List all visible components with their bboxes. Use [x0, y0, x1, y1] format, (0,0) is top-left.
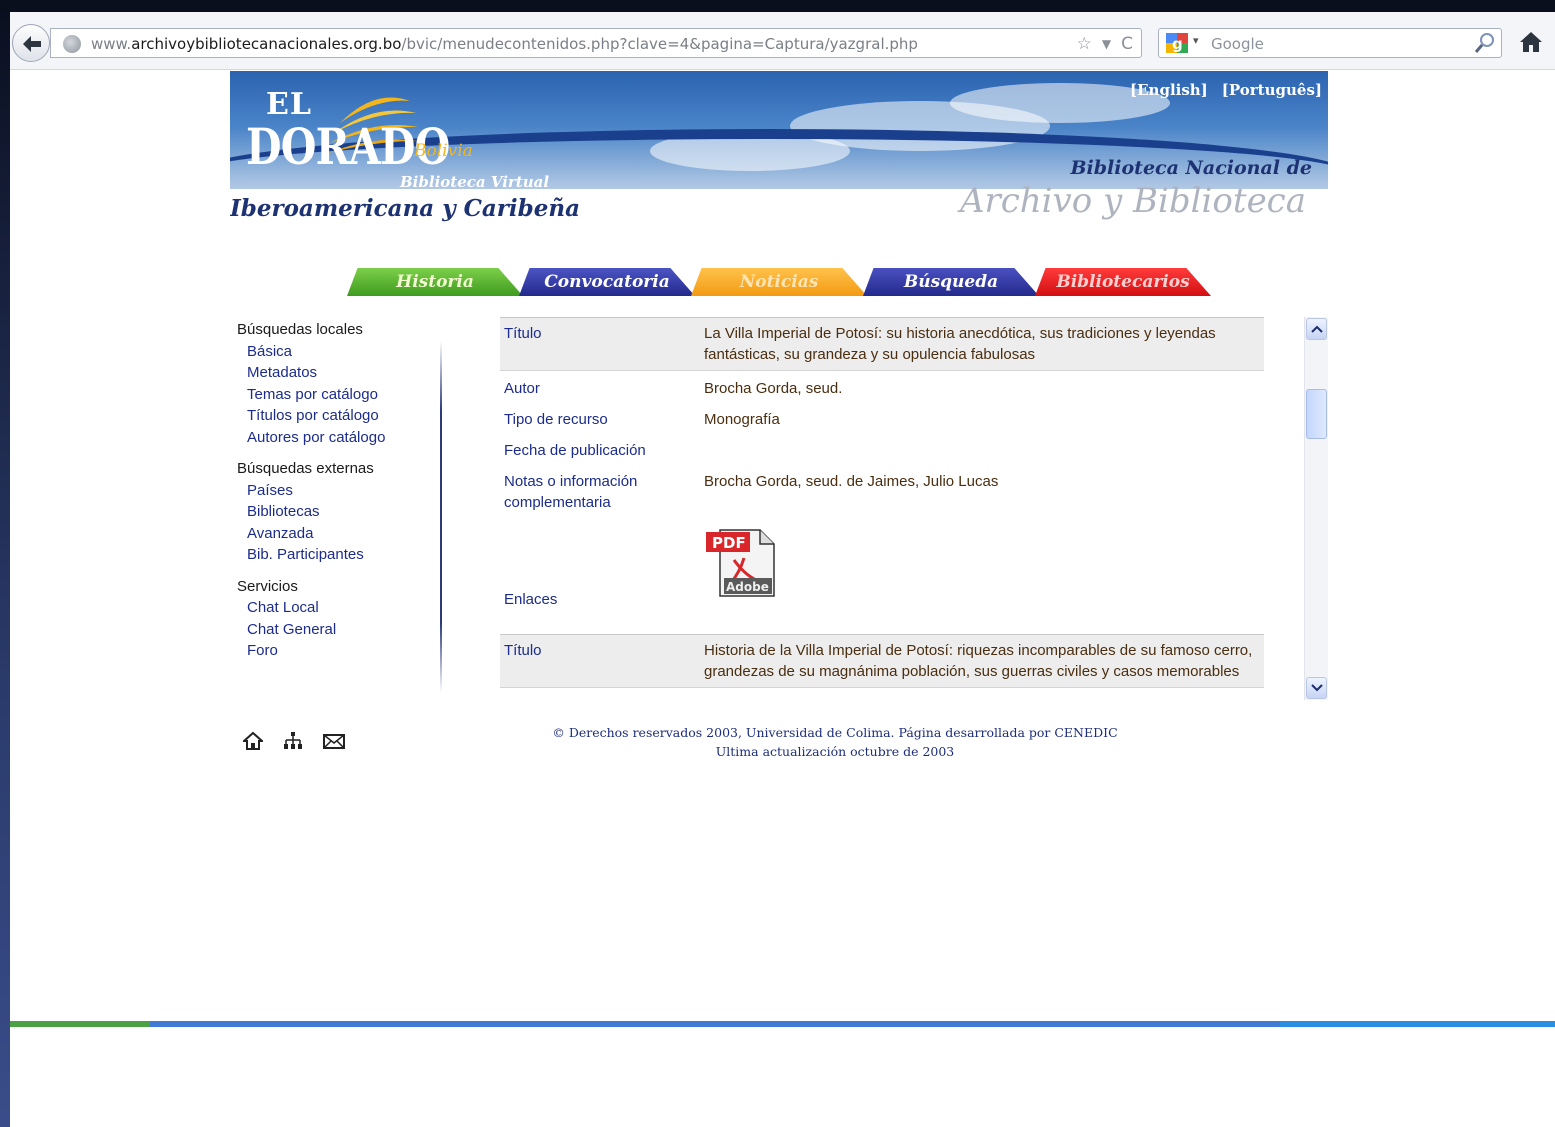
site-identity-icon[interactable] [63, 35, 81, 53]
left-navigation: Búsquedas locales Básica Metadatos Temas… [237, 319, 447, 672]
author-value: Brocha Gorda, seud. [704, 380, 843, 397]
scroll-down-button[interactable] [1306, 677, 1327, 699]
record-row-tipo: Tipo de recurso Monografía [500, 406, 1264, 433]
record-row-titulo: Título La Villa Imperial de Potosí: su h… [500, 317, 1264, 371]
back-button[interactable] [12, 24, 50, 62]
record-row-fecha: Fecha de publicación [500, 437, 1264, 464]
results-scrollbar[interactable] [1304, 317, 1328, 700]
field-label: Notas o información complementaria [504, 473, 638, 511]
navigation-toolbar: www.archivoybibliotecanacionales.org.bo/… [10, 12, 1555, 70]
desktop-edge [0, 12, 10, 1127]
utility-icons [243, 731, 345, 751]
site-banner: EL DORADO Bolivia Biblioteca Virtual Ibe… [230, 71, 1328, 231]
page-load-progress [10, 1021, 1555, 1027]
chevron-up-icon [1310, 325, 1323, 333]
record: Título La Villa Imperial de Potosí: su h… [500, 317, 1264, 688]
logo-biblioteca-virtual: Biblioteca Virtual [400, 173, 550, 191]
notes-value: Brocha Gorda, seud. de Jaimes, Julio Luc… [704, 473, 999, 490]
record-row-titulo: Título Historia de la Villa Imperial de … [500, 634, 1264, 688]
pdf-label: PDF [712, 534, 746, 552]
tab-convocatoria[interactable]: Convocatoria [519, 268, 695, 296]
svg-text:g: g [1172, 35, 1183, 53]
nav-link-paises[interactable]: Países [237, 480, 447, 502]
url-path: /bvic/menudecontenidos.php?clave=4&pagin… [401, 35, 918, 53]
portugues-link[interactable]: [Português] [1222, 81, 1322, 99]
nav-link-metadatos[interactable]: Metadatos [237, 362, 447, 384]
scroll-up-button[interactable] [1306, 318, 1327, 340]
nav-group-busquedas-externas: Búsquedas externas Países Bibliotecas Av… [237, 458, 447, 566]
browser-window: www.archivoybibliotecanacionales.org.bo/… [10, 12, 1555, 1127]
url-prefix: www. [91, 35, 132, 53]
sitemap-icon[interactable] [283, 731, 303, 751]
google-logo-icon[interactable]: g [1165, 32, 1189, 54]
back-arrow-icon [23, 36, 41, 52]
field-label: Enlaces [504, 591, 558, 608]
home-icon[interactable] [243, 731, 263, 751]
logo-iberoamericana: Iberoamericana y Caribeña [230, 195, 580, 222]
nav-group-servicios: Servicios Chat Local Chat General Foro [237, 576, 447, 662]
search-icon[interactable] [1473, 31, 1497, 55]
date-value [704, 440, 1260, 461]
url-domain: archivoybibliotecanacionales.org.bo [131, 35, 402, 53]
chevron-down-icon [1310, 684, 1323, 692]
url-text[interactable]: www.archivoybibliotecanacionales.org.bo/… [91, 35, 918, 53]
nav-link-temas[interactable]: Temas por catálogo [237, 384, 447, 406]
copyright-text: © Derechos reservados 2003, Universidad … [552, 725, 1118, 740]
scroll-thumb[interactable] [1306, 389, 1327, 439]
adobe-label: Adobe [726, 580, 769, 594]
search-placeholder: Google [1211, 35, 1264, 53]
nav-link-bibliotecas[interactable]: Bibliotecas [237, 501, 447, 523]
record-row-enlaces: Enlaces PDF Adobe [500, 516, 1264, 634]
search-bar[interactable]: g ▾ Google [1158, 28, 1502, 58]
title-value: Historia de la Villa Imperial de Potosí:… [704, 642, 1253, 680]
nav-link-titulos[interactable]: Títulos por catálogo [237, 405, 447, 427]
nav-link-avanzada[interactable]: Avanzada [237, 523, 447, 545]
nav-heading: Servicios [237, 577, 298, 595]
nav-link-basica[interactable]: Básica [237, 341, 447, 363]
record-row-notas: Notas o información complementaria Broch… [500, 468, 1264, 516]
nav-link-autores[interactable]: Autores por catálogo [237, 427, 447, 449]
biblioteca-nacional-title: Biblioteca Nacional de [1070, 157, 1313, 179]
tab-bibliotecarios[interactable]: Bibliotecarios [1035, 268, 1211, 296]
last-update-text: Ultima actualización octubre de 2003 [715, 744, 955, 759]
bookmark-star-icon[interactable]: ☆ [1077, 34, 1092, 54]
web-page: EL DORADO Bolivia Biblioteca Virtual Ibe… [10, 71, 1555, 1127]
logo-bolivia-text: Bolivia [414, 141, 473, 161]
field-label: Título [504, 325, 542, 342]
address-bar[interactable]: www.archivoybibliotecanacionales.org.bo/… [50, 28, 1142, 58]
resource-type-value: Monografía [704, 411, 780, 428]
archivo-biblioteca-title: Archivo y Biblioteca [959, 181, 1306, 221]
history-dropdown-icon[interactable]: ▼ [1102, 37, 1111, 51]
home-icon[interactable] [1518, 30, 1544, 54]
mail-icon[interactable] [323, 731, 345, 751]
nav-heading: Búsquedas locales [237, 321, 363, 338]
reload-icon[interactable]: C [1121, 34, 1133, 54]
tab-busqueda[interactable]: Búsqueda [863, 268, 1039, 296]
nav-link-foro[interactable]: Foro [237, 640, 447, 662]
field-label: Título [504, 642, 542, 659]
record-row-autor: Autor Brocha Gorda, seud. [500, 375, 1264, 402]
pdf-icon[interactable]: PDF Adobe [704, 526, 780, 602]
field-label: Tipo de recurso [504, 411, 608, 428]
nav-link-participantes[interactable]: Bib. Participantes [237, 544, 447, 566]
main-tabs: Historia Convocatoria Noticias Búsqueda … [347, 268, 1211, 296]
tab-historia[interactable]: Historia [347, 268, 523, 296]
title-value: La Villa Imperial de Potosí: su historia… [704, 325, 1216, 363]
url-bar-icons: ☆ ▼ C [1077, 33, 1133, 55]
nav-group-busquedas-locales: Búsquedas locales Básica Metadatos Temas… [237, 319, 447, 448]
english-link[interactable]: [English] [1130, 81, 1208, 99]
search-results-frame: Título La Villa Imperial de Potosí: su h… [500, 317, 1264, 697]
tab-noticias[interactable]: Noticias [691, 268, 867, 296]
screen-top-edge [0, 0, 1555, 12]
search-engine-dropdown-icon[interactable]: ▾ [1193, 34, 1199, 47]
nav-heading: Búsquedas externas [237, 460, 374, 477]
nav-link-chat-local[interactable]: Chat Local [237, 597, 447, 619]
nav-link-chat-general[interactable]: Chat General [237, 619, 447, 641]
field-label: Fecha de publicación [504, 442, 646, 459]
nav-divider [440, 341, 442, 693]
page-footer: © Derechos reservados 2003, Universidad … [510, 723, 1160, 761]
field-label: Autor [504, 380, 540, 397]
language-links: [English] [Português] [1130, 81, 1322, 99]
